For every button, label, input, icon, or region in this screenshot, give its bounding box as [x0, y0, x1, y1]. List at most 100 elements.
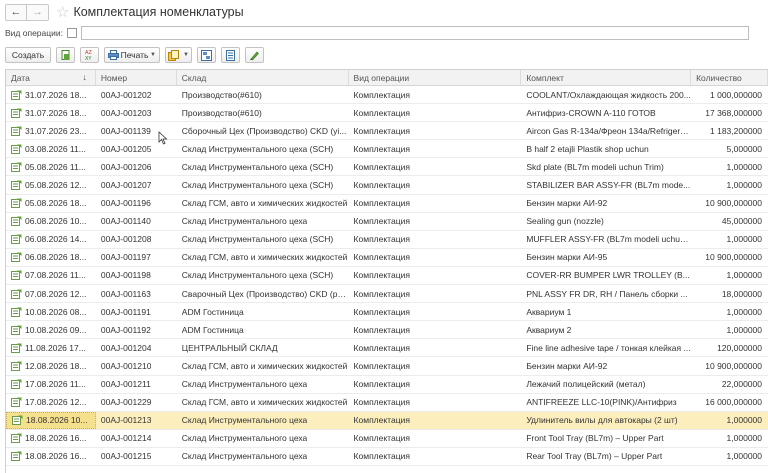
back-button[interactable]: ←	[5, 3, 27, 21]
table-row[interactable]: 05.08.2026 11... 00AJ-001206 Склад Инструм…	[6, 158, 768, 177]
column-header-warehouse[interactable]: Склад	[177, 70, 349, 85]
column-header-quantity[interactable]: Количество	[691, 70, 768, 85]
sort-az-button[interactable]: AZ XY	[80, 47, 99, 63]
cell-quantity: 17 368,000000	[705, 107, 762, 118]
pencil-icon	[250, 51, 259, 60]
cell-quantity: 1,000000	[726, 234, 762, 245]
cell-operation: Комплектация	[353, 270, 410, 281]
table-row[interactable]: 10.08.2026 09... 00AJ-001192 ADM Гостиница…	[6, 321, 768, 340]
cell-warehouse: Склад Инструментального цеха (SCH)	[181, 234, 334, 245]
forward-button[interactable]: →	[27, 3, 49, 21]
cell-kit: Аквариум 1	[526, 306, 572, 317]
cell-operation: Комплектация	[353, 161, 410, 172]
column-header-operation[interactable]: Вид операции	[349, 70, 522, 85]
table-row[interactable]: 17.08.2026 12... 00AJ-001229 Склад ГСМ, ав…	[6, 394, 768, 412]
column-header-kit[interactable]: Комплект	[521, 70, 692, 85]
cell-date: 31.07.2026 18...	[6, 86, 96, 103]
cell-kit: ANTIFREEZE LLC-10(PINK)/Антифриз	[526, 397, 677, 408]
cell-kit: Sealing gun (nozzle)	[526, 216, 604, 227]
copy-button[interactable]	[56, 47, 75, 63]
cell-quantity: 10 900,000000	[705, 360, 762, 371]
cell-kit: STABILIZER BAR ASSY-FR (BL7m mode...	[526, 180, 691, 191]
table-row[interactable]: 07.08.2026 12... 00AJ-001163 Сварочный Цех…	[6, 285, 768, 304]
printer-icon	[108, 50, 119, 60]
cell-kit: COVER-RR BUMPER LWR TROLLEY (B...	[526, 270, 690, 281]
cell-operation: Комплектация	[353, 143, 410, 154]
favorite-star-icon[interactable]: ☆	[56, 5, 69, 20]
table-header: Дата ↓ Номер Склад Вид операции Комплект…	[6, 70, 768, 86]
table-row[interactable]: 05.08.2026 18... 00AJ-001196 Склад ГСМ, ав…	[6, 195, 768, 213]
table-row[interactable]: 18.08.2026 10... 00AJ-001213 Склад Инструм…	[6, 411, 768, 430]
documents-table: Дата ↓ Номер Склад Вид операции Комплект…	[5, 69, 768, 473]
filter-row: Вид операции:	[0, 25, 768, 41]
cell-operation: Комплектация	[353, 360, 410, 371]
cell-date: 05.08.2026 11...	[6, 158, 96, 175]
cell-warehouse: Склад Инструментального цеха	[181, 216, 308, 227]
cell-date: 05.08.2026 18...	[6, 195, 96, 212]
operation-type-input[interactable]	[80, 26, 749, 40]
table-row[interactable]: 07.08.2026 11... 00AJ-001198 Склад Инструм…	[6, 267, 768, 286]
operation-type-checkbox[interactable]	[66, 28, 77, 38]
cell-number: 00AJ-001196	[100, 198, 151, 209]
cell-warehouse: Склад ГСМ, авто и химических жидкостей	[181, 397, 348, 408]
cell-date: 05.08.2026 12...	[6, 176, 96, 193]
sort-descending-icon: ↓	[82, 72, 87, 82]
posted-document-icon	[11, 343, 22, 353]
print-button[interactable]: Печать ▼	[104, 47, 160, 63]
cell-operation: Комплектация	[353, 252, 410, 263]
create-button[interactable]: Создать	[5, 47, 51, 63]
posted-document-icon	[11, 144, 22, 154]
cell-number: 00AJ-001202	[100, 89, 152, 100]
cell-number: 00AJ-001204	[100, 342, 152, 353]
table-row[interactable]: 06.08.2026 18... 00AJ-001197 Склад ГСМ, ав…	[6, 249, 768, 267]
cell-number: 00AJ-001198	[100, 270, 151, 281]
posted-document-icon	[11, 397, 22, 408]
copy-document-icon	[61, 49, 69, 60]
table-row[interactable]: 11.08.2026 17... 00AJ-001204 ЦЕНТРАЛЬНЫЙ С…	[6, 339, 768, 358]
chevron-down-icon: ▼	[150, 52, 156, 58]
cell-number: 00AJ-001197	[100, 252, 151, 263]
arrow-left-icon: ←	[10, 6, 22, 18]
create-based-on-button[interactable]: ▼	[165, 47, 192, 63]
cell-number: 00AJ-001163	[100, 288, 151, 299]
cell-quantity: 18,000000	[721, 288, 762, 299]
column-header-number[interactable]: Номер	[96, 70, 177, 85]
cell-warehouse: Производство(#610)	[181, 107, 262, 118]
table-row[interactable]: 31.07.2026 18... 00AJ-001202 Производство(…	[6, 86, 768, 105]
table-row[interactable]: 05.08.2026 12... 00AJ-001207 Склад Инструм…	[6, 176, 768, 195]
cell-date: 11.08.2026 17...	[6, 339, 96, 356]
cell-kit: Бензин марки АИ-92	[526, 360, 608, 371]
cell-date: 31.07.2026 23...	[6, 122, 96, 139]
table-row[interactable]: 17.08.2026 11... 00AJ-001211 Склад Инструм…	[6, 376, 768, 394]
cell-warehouse: Склад Инструментального цеха (SCH)	[181, 161, 334, 172]
cell-date: 07.08.2026 12...	[6, 285, 96, 302]
table-row[interactable]: 18.08.2026 16... 00AJ-001215 Склад Инструм…	[6, 448, 768, 466]
table-row[interactable]: 10.08.2026 08... 00AJ-001191 ADM Гостиница…	[6, 303, 768, 322]
table-row[interactable]: 06.08.2026 14... 00AJ-001208 Склад Инструм…	[6, 231, 768, 249]
cell-warehouse: Склад Инструментального цеха	[181, 451, 308, 462]
documents-icon	[168, 49, 179, 61]
table-row[interactable]: 31.07.2026 18... 00AJ-001203 Производство(…	[6, 104, 768, 123]
table-row[interactable]: 18.08.2026 16... 00AJ-001214 Склад Инструм…	[6, 430, 768, 448]
table-row[interactable]: 12.08.2026 18... 00AJ-001210 Склад ГСМ, ав…	[6, 357, 768, 376]
table-row[interactable]: 06.08.2026 10... 00AJ-001140 Склад Инструм…	[6, 213, 768, 231]
list-button[interactable]	[221, 47, 240, 63]
table-row[interactable]: 03.08.2026 11... 00AJ-001205 Склад Инструм…	[6, 140, 768, 159]
edit-button[interactable]	[245, 47, 264, 63]
posted-document-icon	[12, 415, 23, 426]
cell-operation: Комплектация	[353, 306, 410, 317]
structure-button[interactable]	[197, 47, 216, 63]
cell-warehouse: ЦЕНТРАЛЬНЫЙ СКЛАД	[181, 342, 278, 353]
column-header-date[interactable]: Дата ↓	[6, 70, 96, 85]
cell-quantity: 1 000,000000	[710, 89, 762, 100]
cell-warehouse: Склад ГСМ, авто и химических жидкостей	[181, 198, 348, 209]
table-body: 31.07.2026 18... 00AJ-001202 Производство(…	[6, 86, 768, 466]
posted-document-icon	[11, 252, 22, 263]
cell-operation: Комплектация	[353, 324, 410, 335]
cell-warehouse: Сборочный Цех (Производство) CKD (yi...	[181, 125, 347, 136]
cell-date: 18.08.2026 10...	[6, 411, 96, 429]
cell-warehouse: Склад ГСМ, авто и химических жидкостей	[181, 360, 348, 371]
cell-kit: Удлинитель вилы для автокары (2 шт)	[526, 415, 678, 426]
table-row[interactable]: 31.07.2026 23... 00AJ-001139 Сборочный Цех…	[6, 122, 768, 141]
cell-warehouse: Склад Инструментального цеха	[181, 415, 308, 426]
